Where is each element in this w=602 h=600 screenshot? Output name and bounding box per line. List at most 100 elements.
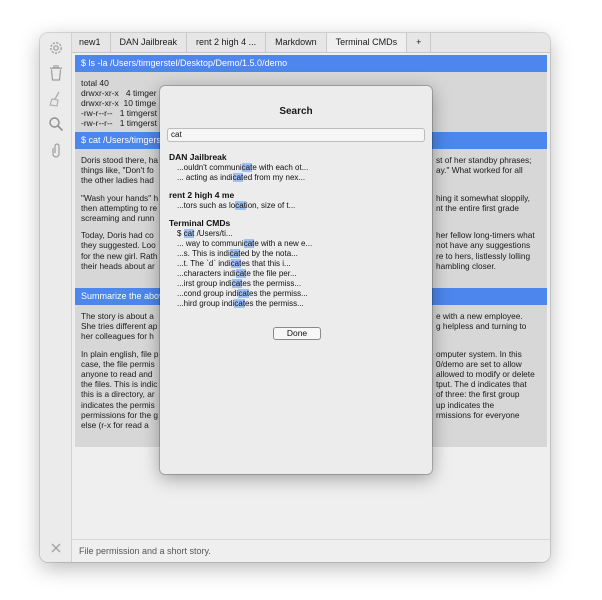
search-result-item[interactable]: ... way to communicate with a new e... — [169, 239, 424, 249]
search-result-item[interactable]: ...irst group indicates the permiss... — [169, 279, 424, 289]
trash-icon[interactable] — [46, 63, 65, 82]
tab-rent-2-high[interactable]: rent 2 high 4 ... — [187, 33, 267, 52]
match-highlight: cat — [229, 249, 241, 258]
line-left: case, the file permis — [81, 358, 155, 369]
line-right: hambling closer. — [436, 260, 496, 271]
match-highlight: cat — [235, 201, 246, 210]
line-right: tput. The d indicates that — [436, 379, 527, 390]
broom-icon[interactable] — [46, 89, 65, 108]
search-result-item[interactable]: ...hird group indicates the permiss... — [169, 299, 424, 309]
line-left: indicates the permis — [81, 399, 155, 410]
tab-markdown[interactable]: Markdown — [266, 33, 327, 52]
paperclip-icon[interactable] — [46, 140, 65, 159]
result-group-title: rent 2 high 4 me — [169, 190, 235, 200]
match-highlight: cat — [235, 269, 247, 278]
line-right: g helpless and turning to — [436, 321, 527, 332]
done-button[interactable]: Done — [273, 327, 321, 340]
line-right: her fellow long-timers what — [436, 230, 535, 241]
match-highlight: cat — [234, 299, 246, 308]
match-highlight: cat — [231, 279, 243, 288]
search-result-item[interactable]: ...tors such as location, size of t... — [169, 201, 424, 211]
line-right: nt the entire first grade — [436, 202, 520, 213]
output-line: -rw-r--r-- 1 timgerst — [81, 118, 158, 128]
line-left: anyone to read and — [81, 368, 153, 379]
search-result-item[interactable]: $ cat /Users/ti... — [169, 229, 424, 239]
result-text: ed by the nota... — [240, 249, 298, 258]
match-highlight: cat — [232, 173, 244, 182]
line-left: else (r-x for read a — [81, 419, 149, 430]
add-tab-button[interactable]: + — [407, 33, 432, 52]
line-right: of three: the first group — [436, 389, 520, 400]
tab-terminal-cmds[interactable]: Terminal CMDs — [326, 33, 408, 52]
match-highlight: cat — [243, 239, 255, 248]
result-text: ...s. This is indi — [177, 249, 230, 258]
result-text: ...characters indi — [177, 269, 236, 278]
result-text: es that this i... — [241, 259, 291, 268]
search-result-item[interactable]: ... acting as indicated from my nex... — [169, 173, 424, 183]
line-left: for the new girl. Rath — [81, 250, 158, 261]
line-right: ay." What worked for all — [436, 165, 523, 176]
result-text: ...tors such as lo — [177, 201, 236, 210]
line-right: up indicates the — [436, 399, 495, 410]
tab-dan-jailbreak[interactable]: DAN Jailbreak — [111, 33, 188, 52]
result-text: e the file per... — [246, 269, 297, 278]
tab-new1[interactable]: new1 — [72, 33, 111, 52]
search-icon[interactable] — [46, 114, 65, 133]
result-text: $ — [177, 229, 184, 238]
line-right: allowed to modify or delete — [436, 368, 535, 379]
line-right: not have any suggestions — [436, 240, 531, 251]
result-text: /Users/ti... — [194, 229, 233, 238]
search-result-item[interactable]: ...characters indicate the file per... — [169, 269, 424, 279]
dialog-title: Search — [279, 106, 313, 117]
result-text: ...cond group indi — [177, 289, 239, 298]
line-left: "Wash your hands" h — [81, 192, 159, 203]
search-result-item[interactable]: ...cond group indicates the permiss... — [169, 289, 424, 299]
match-highlight: cat — [241, 163, 253, 172]
search-input[interactable] — [167, 128, 425, 142]
line-left: her colleagues for h — [81, 331, 154, 342]
result-text: e with each ot... — [252, 163, 309, 172]
search-result-item[interactable]: ...t. The `d` indicates that this i... — [169, 259, 424, 269]
result-text: ...irst group indi — [177, 279, 232, 288]
result-group-title: DAN Jailbreak — [169, 152, 227, 162]
match-highlight: cat — [230, 259, 242, 268]
line-right: e with a new employee. — [436, 311, 523, 321]
output-line: total 40 — [81, 78, 109, 88]
line-left: their heads about ar — [81, 260, 155, 271]
tab-bar: new1 DAN Jailbreak rent 2 high 4 ... Mar… — [72, 33, 550, 53]
line-left: The story is about a — [81, 311, 154, 321]
line-left: She tries different ap — [81, 321, 158, 332]
line-right: re to hers, listlessly lolling — [436, 250, 531, 261]
result-text: ...t. The `d` indi — [177, 259, 231, 268]
sidebar — [40, 33, 72, 562]
match-highlight: cat — [183, 229, 195, 238]
search-result-item[interactable]: ...ouldn't communicate with each ot... — [169, 163, 424, 173]
result-text: e with a new e... — [254, 239, 313, 248]
line-left: things like, "Don't fo — [81, 165, 154, 176]
line-left: the other ladies had — [81, 175, 154, 186]
result-text: ... way to communi — [177, 239, 244, 248]
result-text: ... acting as indi — [177, 173, 233, 182]
output-line: drwxr-xr-x 4 timger — [81, 88, 157, 98]
line-left: this is a directory, ar — [81, 389, 155, 400]
line-left: screaming and runn — [81, 212, 155, 223]
line-right: rmissions for everyone — [436, 409, 520, 420]
line-right: hing it somewhat sloppily, — [436, 192, 530, 203]
match-highlight: cat — [238, 289, 250, 298]
line-left: Doris stood there, ha — [81, 155, 159, 165]
search-dialog: Search DAN Jailbreak...ouldn't communica… — [160, 86, 432, 474]
command-block[interactable]: $ ls -la /Users/timgerstel/Desktop/Demo/… — [75, 55, 547, 72]
line-right: st of her standby phrases; — [436, 155, 532, 165]
status-text: File permission and a short story. — [79, 546, 211, 556]
output-line: -rw-r--r-- 1 timgerst — [81, 108, 158, 118]
status-bar: File permission and a short story. — [72, 539, 550, 562]
gear-icon[interactable] — [46, 38, 65, 57]
line-left: then attempting to re — [81, 202, 158, 213]
search-results: DAN Jailbreak ...ouldn't communicate with… — [169, 152, 424, 309]
result-text: ion, size of t... — [245, 201, 296, 210]
close-icon[interactable] — [46, 538, 65, 557]
result-text: ed from my nex... — [243, 173, 306, 182]
line-left: the files. This is indic — [81, 379, 158, 390]
line-left: In plain english, file p — [81, 348, 159, 359]
search-result-item[interactable]: ...s. This is indicated by the nota... — [169, 249, 424, 259]
